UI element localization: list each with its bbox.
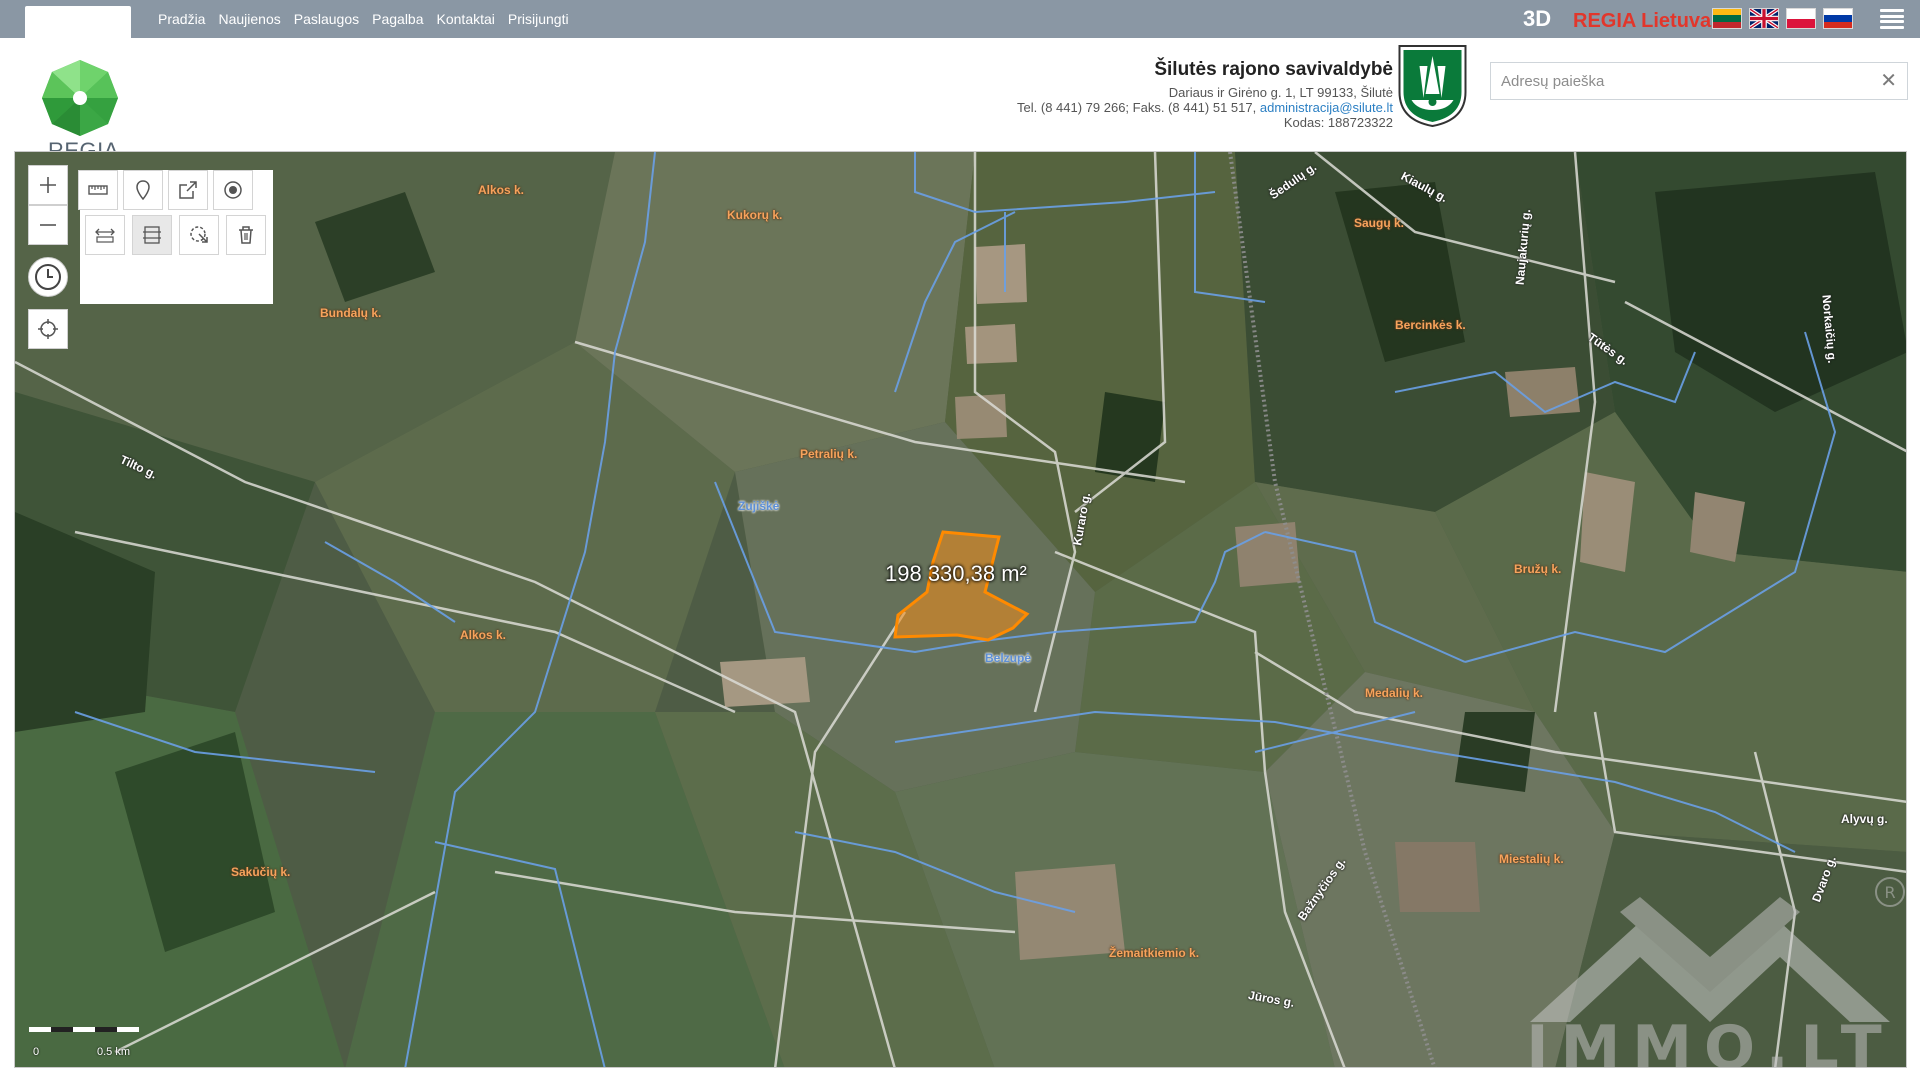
svg-text:IMMO.LT: IMMO.LT bbox=[1526, 1013, 1893, 1068]
map-view[interactable]: 198 330,38 m² Alkos k. Kukorų k. Bundalų k… bbox=[14, 151, 1907, 1068]
logo-tab bbox=[25, 6, 131, 38]
measure-distance-icon[interactable] bbox=[85, 215, 125, 255]
parcel-area-label: 198 330,38 m² bbox=[885, 561, 1027, 586]
municipality-contacts: Tel. (8 441) 79 266; Faks. (8 441) 51 51… bbox=[1017, 100, 1393, 115]
header: REGIA Šilutės rajono savivaldybė Dariaus… bbox=[0, 38, 1920, 163]
measure-tool-icon[interactable] bbox=[78, 170, 118, 210]
immo-watermark-logo: IMMO.LT R bbox=[1526, 877, 1905, 1068]
measure-area-icon[interactable] bbox=[132, 215, 172, 255]
main-nav: Pradžia Naujienos Paslaugos Pagalba Kont… bbox=[158, 0, 569, 38]
history-clock-icon[interactable] bbox=[28, 257, 68, 297]
language-flags bbox=[1712, 8, 1853, 29]
place-label: Bundalų k. bbox=[320, 306, 382, 320]
municipality-info: Šilutės rajono savivaldybė Dariaus ir Gi… bbox=[1017, 58, 1393, 130]
locate-crosshair-icon[interactable] bbox=[28, 309, 68, 349]
address-search-input[interactable] bbox=[1491, 63, 1871, 99]
place-label: Bružų k. bbox=[1514, 562, 1562, 576]
place-label: Kukorų k. bbox=[727, 208, 783, 222]
nav-link-kontaktai[interactable]: Kontaktai bbox=[437, 11, 495, 27]
place-label: Sakūčių k. bbox=[231, 865, 291, 879]
settlement-label: Belzupė bbox=[985, 651, 1032, 665]
municipality-address: Dariaus ir Girėno g. 1, LT 99133, Šilutė bbox=[1168, 85, 1393, 100]
place-label: Žemaitkiemio k. bbox=[1109, 946, 1200, 960]
russian-flag-icon[interactable] bbox=[1823, 8, 1853, 29]
menu-icon[interactable] bbox=[1880, 9, 1904, 29]
nav-link-paslaugos[interactable]: Paslaugos bbox=[294, 11, 359, 27]
nav-link-pagalba[interactable]: Pagalba bbox=[372, 11, 423, 27]
municipality-name: Šilutės rajono savivaldybė bbox=[1154, 59, 1393, 80]
share-export-icon[interactable] bbox=[168, 170, 208, 210]
municipality-phone: Tel. (8 441) 79 266; Faks. (8 441) 51 51… bbox=[1017, 100, 1257, 115]
target-point-icon[interactable] bbox=[213, 170, 253, 210]
close-icon[interactable]: ✕ bbox=[1880, 70, 1897, 92]
coat-of-arms-icon bbox=[1398, 45, 1467, 128]
regia-logo-icon[interactable] bbox=[40, 58, 120, 138]
zoom-out-button[interactable] bbox=[28, 205, 68, 245]
nav-link-naujienos[interactable]: Naujienos bbox=[218, 11, 280, 27]
place-label: Saugų k. bbox=[1354, 216, 1405, 230]
scale-bar bbox=[29, 1027, 139, 1032]
municipality-email[interactable]: administracija@silute.lt bbox=[1260, 100, 1393, 115]
scale-label-end: 0.5 km bbox=[97, 1046, 131, 1058]
english-flag-icon[interactable] bbox=[1749, 8, 1779, 29]
top-bar: Pradžia Naujienos Paslaugos Pagalba Kont… bbox=[0, 0, 1920, 38]
place-label: Alkos k. bbox=[478, 183, 525, 197]
map-tools-row-2 bbox=[85, 215, 266, 255]
place-label: Bercinkės k. bbox=[1395, 318, 1466, 332]
svg-text:R: R bbox=[1884, 883, 1895, 902]
trash-icon[interactable] bbox=[226, 215, 266, 255]
marker-pin-icon[interactable] bbox=[123, 170, 163, 210]
polish-flag-icon[interactable] bbox=[1786, 8, 1816, 29]
scale-label-start: 0 bbox=[33, 1046, 40, 1058]
regia-lietuva-link[interactable]: REGIA Lietuva bbox=[1573, 10, 1711, 33]
select-parcel-icon[interactable] bbox=[179, 215, 219, 255]
address-search: ✕ bbox=[1490, 62, 1908, 100]
map-tools-row-1 bbox=[78, 170, 253, 210]
place-label: Miestalių k. bbox=[1499, 852, 1564, 866]
municipality-code: Kodas: 188723322 bbox=[1283, 115, 1393, 130]
place-label: Alkos k. bbox=[460, 628, 507, 642]
nav-link-prisijungti[interactable]: Prisijungti bbox=[508, 11, 569, 27]
3d-mode-button[interactable]: 3D bbox=[1523, 6, 1551, 32]
map-tool-panel bbox=[78, 170, 273, 304]
road-label: Alyvų g. bbox=[1841, 812, 1888, 826]
place-label: Medalių k. bbox=[1365, 686, 1424, 700]
settlement-label: Zujiškė bbox=[738, 499, 780, 513]
place-label: Petralių k. bbox=[800, 447, 858, 461]
nav-link-pradzia[interactable]: Pradžia bbox=[158, 11, 205, 27]
zoom-in-button[interactable] bbox=[28, 165, 68, 205]
lithuanian-flag-icon[interactable] bbox=[1712, 8, 1742, 29]
